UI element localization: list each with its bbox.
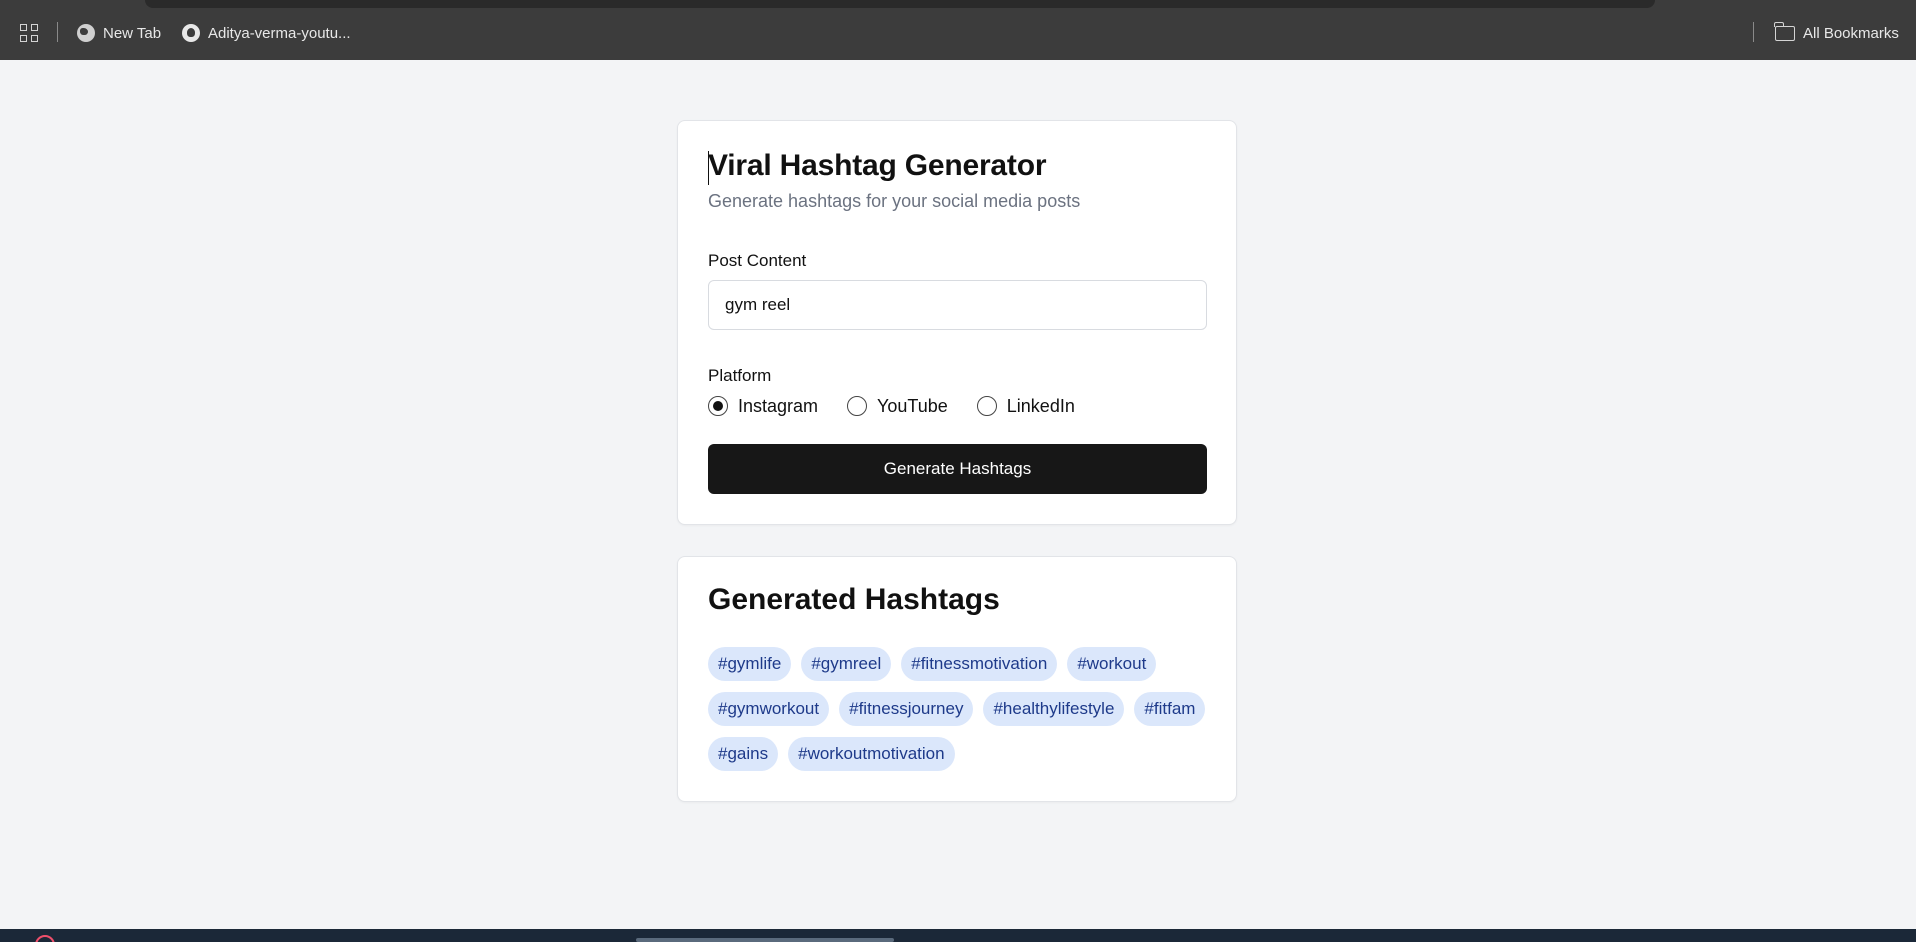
os-taskbar	[0, 929, 1916, 942]
results-title: Generated Hashtags	[708, 583, 1000, 616]
post-content-input[interactable]	[708, 280, 1207, 330]
radio-button[interactable]	[976, 396, 997, 416]
generator-card: Viral Hashtag Generator Generate hashtag…	[677, 120, 1237, 525]
platform-option-label: Instagram	[738, 395, 819, 416]
bookmark-new-tab[interactable]: New Tab	[77, 21, 161, 45]
platform-option-label: LinkedIn	[1006, 395, 1075, 416]
radio-button[interactable]	[847, 396, 868, 416]
page-subtitle: Generate hashtags for your social media …	[708, 191, 1081, 211]
bookmark-label: New Tab	[103, 24, 162, 42]
hashtag-chip[interactable]: #gymworkout	[708, 692, 830, 726]
bookmarks-divider	[57, 22, 58, 42]
hashtag-chip[interactable]: #healthylifestyle	[983, 692, 1125, 726]
text-caret	[708, 151, 709, 185]
platform-option-linkedin[interactable]: LinkedIn	[976, 395, 1075, 417]
hashtag-chip[interactable]: #workoutmotivation	[788, 737, 955, 771]
globe-icon	[77, 24, 95, 42]
apps-grid-icon[interactable]	[20, 24, 38, 42]
platform-label: Platform	[708, 366, 772, 385]
all-bookmarks-label: All Bookmarks	[1803, 24, 1899, 42]
hashtag-list: #gymlife #gymreel #fitnessmotivation #wo…	[708, 647, 1208, 771]
bookmarks-bar: New Tab Aditya-verma-youtu... All Bookma…	[0, 0, 1916, 60]
hashtag-chip[interactable]: #fitnessjourney	[839, 692, 974, 726]
hashtag-chip[interactable]: #gymlife	[708, 647, 792, 681]
bookmark-label: Aditya-verma-youtu...	[208, 24, 351, 42]
radio-button-checked[interactable]	[708, 396, 728, 416]
generate-hashtags-button[interactable]: Generate Hashtags	[708, 444, 1207, 494]
platform-option-youtube[interactable]: YouTube	[847, 396, 948, 417]
taskbar-search[interactable]	[636, 938, 894, 942]
all-bookmarks-button[interactable]: All Bookmarks	[1774, 21, 1899, 45]
hashtag-chip[interactable]: #workout	[1067, 647, 1157, 681]
hashtag-chip[interactable]: #fitfam	[1134, 692, 1206, 726]
tab-strip	[145, 0, 1655, 8]
hashtag-chip[interactable]: #gymreel	[801, 647, 892, 681]
platform-option-label: YouTube	[877, 395, 948, 416]
github-icon	[182, 24, 200, 42]
results-card: Generated Hashtags #gymlife #gymreel #fi…	[677, 556, 1237, 802]
bookmark-github-repo[interactable]: Aditya-verma-youtu...	[182, 21, 351, 45]
bookmarks-divider	[1753, 22, 1754, 42]
platform-option-instagram[interactable]: Instagram	[708, 396, 818, 417]
taskbar-app-icon[interactable]	[35, 935, 55, 942]
post-content-label: Post Content	[708, 251, 807, 270]
hashtag-chip[interactable]: #fitnessmotivation	[901, 647, 1058, 681]
platform-radio-group: Instagram YouTube LinkedIn	[708, 393, 1104, 419]
folder-icon	[1774, 21, 1795, 41]
page-title: Viral Hashtag Generator	[708, 149, 1047, 182]
hashtag-chip[interactable]: #gains	[708, 737, 779, 771]
